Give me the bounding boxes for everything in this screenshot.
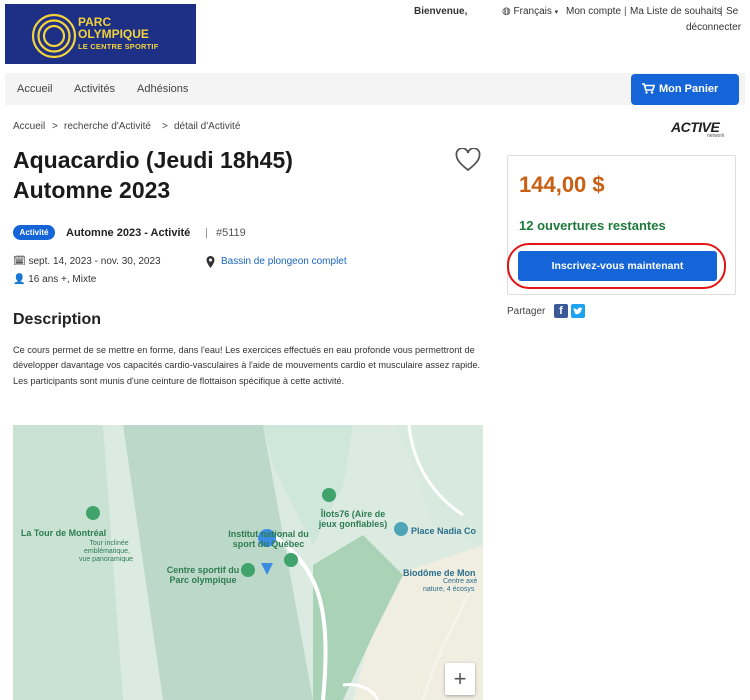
rings-logo-icon [31,13,77,59]
openings-remaining: 12 ouvertures restantes [519,218,666,233]
share-label: Partager [507,306,546,317]
map-label-nadia[interactable]: Place Nadia Co [411,526,476,536]
map-sublabel-bio1: Centre axé [443,578,478,585]
person-icon: 👤 [13,274,26,285]
language-selector[interactable]: ◍ Français ▾ [502,6,558,17]
cart-label: Mon Panier [659,83,719,95]
logo-text-centre: LE CENTRE SPORTIF [78,42,159,51]
map-zoom-in-button[interactable]: + [445,663,475,695]
calendar-icon: 🗓 [13,256,26,267]
map-sublabel-tour2: emblématique, [84,548,130,555]
map-sublabel-bio2: nature, 4 écosys [423,586,475,593]
language-label: Français [513,6,552,17]
divider: | [720,6,723,17]
map-label-biodome[interactable]: Biodôme de Mon [403,568,476,578]
logout-link-part1[interactable]: Se [726,6,738,17]
logo-text-olympique: OLYMPIQUE [78,27,149,41]
description-text: Ce cours permet de se mettre en forme, d… [13,345,480,386]
active-network-sub: network [707,133,725,139]
nav-item-activites[interactable]: Activités [74,83,115,95]
season-label: Automne 2023 - Activité [66,227,191,239]
map-label-insq1[interactable]: Institut national du [216,529,321,539]
cart-button[interactable]: Mon Panier [631,74,739,105]
globe-icon: ◍ [502,6,511,17]
page-title-line2: Automne 2023 [13,177,171,203]
date-range: 🗓 sept. 14, 2023 - nov. 30, 2023 [13,256,161,267]
map-sublabel-tour1: Tour inclinée [89,540,129,547]
parc-olympique-logo[interactable]: PARC OLYMPIQUE LE CENTRE SPORTIF [5,4,196,64]
cart-icon [642,83,655,94]
breadcrumb-separator: > [162,121,168,132]
twitter-icon[interactable] [571,304,585,318]
nav-item-accueil[interactable]: Accueil [17,83,52,95]
breadcrumb-detail: détail d'Activité [174,121,241,132]
audience-text: 16 ans +, Mixte [28,274,97,285]
price: 144,00 $ [519,172,605,197]
welcome-text: Bienvenue, [414,6,468,17]
heart-icon[interactable] [455,147,481,177]
map-label-tour[interactable]: La Tour de Montréal [16,528,111,538]
facebook-icon[interactable]: f [554,304,568,318]
map-label-insq2: sport du Québec [232,539,305,549]
activity-badge: Activité [13,225,55,240]
page-title-line1: Aquacardio (Jeudi 18h45) [13,147,293,173]
logout-link-part2[interactable]: déconnecter [686,22,741,33]
breadcrumb-separator: > [52,121,58,132]
map-label-ilots2: jeux gonflables) [318,519,388,529]
breadcrumb-recherche[interactable]: recherche d'Activité [64,121,151,132]
map-label-centre2: Parc olympique [169,575,237,585]
map-sublabel-tour3: vue panoramique [78,556,134,563]
activity-number: #5119 [216,227,246,239]
caret-down-icon: ▾ [554,9,559,16]
breadcrumb-accueil[interactable]: Accueil [13,121,45,132]
my-account-link[interactable]: Mon compte [566,6,621,17]
map-label-ilots1[interactable]: Îlots76 (Aire de [308,509,398,519]
date-range-text: sept. 14, 2023 - nov. 30, 2023 [28,256,161,267]
audience: 👤 16 ans +, Mixte [13,274,96,285]
nav-item-adhesions[interactable]: Adhésions [137,83,188,95]
wishlist-link[interactable]: Ma Liste de souhaits [630,6,722,17]
map-label-centre1[interactable]: Centre sportif du [153,565,253,575]
divider: | [624,6,627,17]
description-heading: Description [13,311,102,328]
location-map[interactable]: La Tour de Montréal Tour inclinée emblém… [13,425,483,700]
divider: | [205,227,208,239]
signup-button[interactable]: Inscrivez-vous maintenant [518,251,717,281]
location-link[interactable]: Bassin de plongeon complet [221,256,347,267]
location-pin-icon [206,255,215,273]
